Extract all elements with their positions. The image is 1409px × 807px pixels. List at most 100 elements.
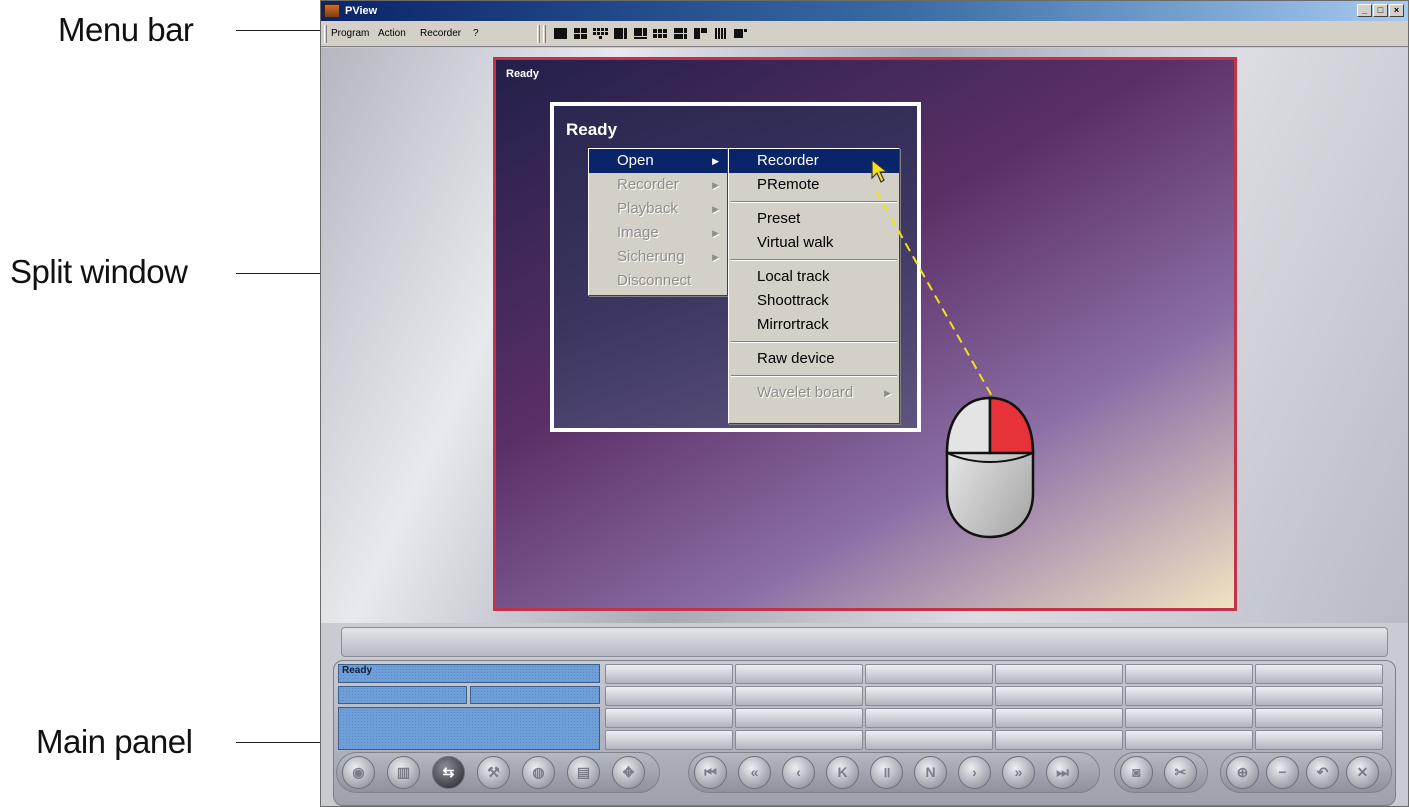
zoom-icon[interactable]: ⊕ xyxy=(1226,756,1259,789)
callout-split-window: Split window xyxy=(10,253,188,290)
layout-2x2-icon[interactable] xyxy=(572,26,588,40)
save-icon[interactable]: ▤ xyxy=(567,756,600,789)
submenu-arrow-icon: ▶ xyxy=(712,252,719,262)
context-menu-zoom: Ready Open ▶ Recorder ▶ Playback ▶ Image ▶ S… xyxy=(550,102,921,432)
grid-cell[interactable] xyxy=(1255,664,1383,684)
grid-cell[interactable] xyxy=(1255,730,1383,750)
menu-help[interactable]: ? xyxy=(473,28,479,39)
prev-mark-icon[interactable]: K xyxy=(826,756,859,789)
grid-cell[interactable] xyxy=(995,730,1123,750)
scissors-icon[interactable]: ✂ xyxy=(1164,756,1197,789)
grid-cell[interactable] xyxy=(1125,664,1253,684)
menu-program[interactable]: Program xyxy=(331,28,369,39)
grid-cell[interactable] xyxy=(865,686,993,706)
menu-open[interactable]: Open ▶ xyxy=(589,149,727,173)
layout-1plus5-icon[interactable] xyxy=(632,26,648,40)
layout-4x4-icon[interactable] xyxy=(712,26,728,40)
submenu-arrow-icon: ▶ xyxy=(884,388,891,398)
submenu-arrow-icon: ▶ xyxy=(712,180,719,190)
submenu-preset[interactable]: Preset xyxy=(729,207,899,231)
status-display: Ready xyxy=(338,664,600,683)
grid-cell[interactable] xyxy=(995,708,1123,728)
grid-cell[interactable] xyxy=(1125,686,1253,706)
tools-icon[interactable]: ⚒ xyxy=(477,756,510,789)
menu-recorder[interactable]: Recorder xyxy=(420,28,461,39)
layout-wide-icon[interactable] xyxy=(672,26,688,40)
submenu-shoottrack[interactable]: Shoottrack xyxy=(729,289,899,313)
layout-split-icon[interactable] xyxy=(692,26,708,40)
app-icon xyxy=(324,4,340,18)
window-title: PView xyxy=(345,5,378,17)
connect-icon[interactable]: ⇆ xyxy=(432,756,465,789)
film-icon[interactable]: ▥ xyxy=(387,756,420,789)
grid-cell[interactable] xyxy=(605,686,733,706)
grid-cell[interactable] xyxy=(735,664,863,684)
submenu-arrow-icon: ▶ xyxy=(712,204,719,214)
skip-end-icon[interactable]: ⏭ xyxy=(1046,756,1079,789)
title-bar[interactable]: PView _ □ × xyxy=(321,1,1408,21)
submenu-arrow-icon: ▶ xyxy=(712,228,719,238)
display-field-a xyxy=(338,686,467,704)
grid-cell[interactable] xyxy=(995,664,1123,684)
grid-cell[interactable] xyxy=(1125,730,1253,750)
skip-start-icon[interactable]: ⏮ xyxy=(694,756,727,789)
split-status: Ready xyxy=(506,68,540,80)
layout-grid-icon[interactable] xyxy=(652,26,668,40)
submenu-virtual-walk[interactable]: Virtual walk xyxy=(729,231,899,255)
grid-cell[interactable] xyxy=(605,708,733,728)
pview-window: PView _ □ × Program Action Recorder ? Re… xyxy=(320,0,1409,807)
camera-icon[interactable]: ◙ xyxy=(1120,756,1153,789)
play-icon[interactable]: › xyxy=(958,756,991,789)
status-display-text: Ready xyxy=(342,665,373,676)
close-button[interactable]: × xyxy=(1389,4,1404,17)
layout-next-icon[interactable] xyxy=(732,26,748,40)
grid-cell[interactable] xyxy=(865,708,993,728)
submenu-mirrortrack[interactable]: Mirrortrack xyxy=(729,313,899,337)
main-panel: Ready ◉ ▥ ⇆ ⚒ ◍ ▤ ✥ ⏮ « ‹ K ॥ N › » ⏭ ◙ … xyxy=(333,660,1396,806)
grid-cell[interactable] xyxy=(605,664,733,684)
workspace: Ready Ready Open ▶ Recorder ▶ Playback ▶ Im… xyxy=(321,48,1408,623)
menu-playback: Playback ▶ xyxy=(589,197,727,221)
grid-cell[interactable] xyxy=(735,730,863,750)
grid-cell[interactable] xyxy=(995,686,1123,706)
grid-cell[interactable] xyxy=(865,664,993,684)
step-back-icon[interactable]: ‹ xyxy=(782,756,815,789)
callout-main-panel: Main panel xyxy=(36,723,193,760)
menu-sicherung-label: Sicherung xyxy=(617,248,685,265)
layout-single-icon[interactable] xyxy=(552,26,568,40)
grid-cell[interactable] xyxy=(1255,708,1383,728)
next-mark-icon[interactable]: N xyxy=(914,756,947,789)
minimize-button[interactable]: _ xyxy=(1357,4,1372,17)
grid-cell[interactable] xyxy=(1255,686,1383,706)
minus-icon[interactable]: − xyxy=(1266,756,1299,789)
maximize-button[interactable]: □ xyxy=(1373,4,1388,17)
undo-icon[interactable]: ↶ xyxy=(1306,756,1339,789)
submenu-raw-device[interactable]: Raw device xyxy=(729,347,899,371)
settings-icon[interactable]: ✥ xyxy=(612,756,645,789)
grid-cell[interactable] xyxy=(605,730,733,750)
menu-separator xyxy=(729,197,899,207)
globe-icon[interactable]: ◍ xyxy=(522,756,555,789)
menu-recorder-label: Recorder xyxy=(617,176,679,193)
toolbar-grip xyxy=(537,25,540,43)
close-icon[interactable]: ✕ xyxy=(1346,756,1379,789)
grid-cell[interactable] xyxy=(865,730,993,750)
open-submenu: Recorder PRemote Preset Virtual walk Loc… xyxy=(728,148,900,424)
grid-cell[interactable] xyxy=(735,686,863,706)
mouse-illustration-icon xyxy=(945,396,1035,539)
grid-cell[interactable] xyxy=(735,708,863,728)
pause-icon[interactable]: ॥ xyxy=(870,756,903,789)
grid-cell[interactable] xyxy=(1125,708,1253,728)
layout-1plus3-icon[interactable] xyxy=(612,26,628,40)
context-menu: Open ▶ Recorder ▶ Playback ▶ Image ▶ Sicheru… xyxy=(588,148,728,296)
submenu-wavelet-label: Wavelet board xyxy=(757,384,854,401)
menu-action[interactable]: Action xyxy=(378,28,406,39)
rewind-icon[interactable]: « xyxy=(738,756,771,789)
fast-forward-icon[interactable]: » xyxy=(1002,756,1035,789)
layout-3x3-icon[interactable] xyxy=(592,26,608,40)
display-field-c xyxy=(338,707,600,750)
menu-disconnect: Disconnect xyxy=(589,269,727,293)
submenu-wavelet-board: Wavelet board ▶ xyxy=(729,381,899,405)
eye-icon[interactable]: ◉ xyxy=(342,756,375,789)
submenu-local-track[interactable]: Local track xyxy=(729,265,899,289)
